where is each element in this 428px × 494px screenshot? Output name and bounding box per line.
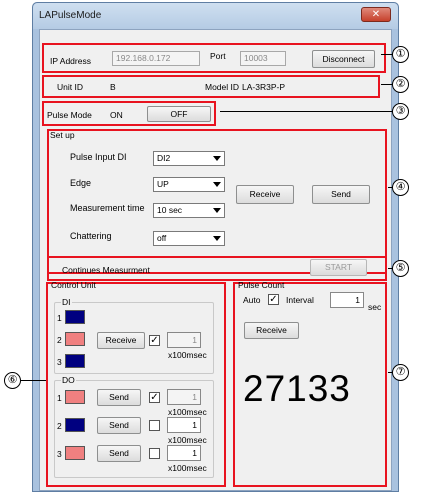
model-id-value: LA-3R3P-P [242,82,285,92]
ip-address-label: IP Address [50,56,91,66]
close-button[interactable]: ✕ [361,7,391,22]
window-title: LAPulseMode [39,10,102,21]
title-bar: LAPulseMode ✕ [33,3,398,29]
measurement-time-value: 10 sec [157,205,183,215]
di-auto-checkbox[interactable]: ✓ [149,335,160,346]
do-1-unit: x100msec [168,407,207,417]
callout-1: ① [392,46,409,63]
client-area: IP Address 192.168.0.172 Port 10003 Disc… [39,29,392,491]
di-2-indicator [65,332,85,346]
do-row-3-num: 3 [57,449,62,459]
interval-label: Interval [286,295,314,305]
di-1-indicator [65,310,85,324]
do-1-indicator [65,390,85,404]
do-2-unit: x100msec [168,435,207,445]
callout-6-leader [21,380,46,381]
edge-select[interactable]: UP [153,177,225,192]
auto-label: Auto [243,295,261,305]
do-3-interval-field[interactable]: 1 [167,445,201,461]
measurement-time-label: Measurement time [70,203,145,213]
app-window: LAPulseMode ✕ IP Address 192.168.0.172 P… [32,2,399,492]
model-id-label: Model ID [205,82,240,92]
pulse-count-receive-button[interactable]: Receive [244,322,299,339]
do-group-label: DO [61,375,76,385]
callout-2: ② [392,76,409,93]
measurement-time-select[interactable]: 10 sec [153,203,225,218]
callout-7: ⑦ [392,364,409,381]
chattering-select[interactable]: off [153,231,225,246]
setup-send-button[interactable]: Send [312,185,370,204]
edge-value: UP [157,179,169,189]
do-2-indicator [65,418,85,432]
do-2-checkbox[interactable] [149,420,160,431]
callout-3-leader [220,111,392,112]
pulse-input-label: Pulse Input DI [70,152,127,162]
port-field[interactable]: 10003 [240,51,286,66]
callout-4: ④ [392,179,409,196]
di-receive-button[interactable]: Receive [97,332,145,349]
pulse-input-value: DI2 [157,153,171,163]
auto-checkbox[interactable]: ✓ [268,294,279,305]
start-button[interactable]: START [310,259,367,276]
do-1-checkbox[interactable]: ✓ [149,392,160,403]
do-row-1-num: 1 [57,393,62,403]
disconnect-button[interactable]: Disconnect [312,50,375,68]
pulse-mode-state: ON [110,110,123,120]
setup-receive-button[interactable]: Receive [236,185,294,204]
chevron-down-icon [213,208,221,213]
chevron-down-icon [213,156,221,161]
chevron-down-icon [213,236,221,241]
port-label: Port [210,51,226,61]
callout-6: ⑥ [4,372,21,389]
do-2-interval-field[interactable]: 1 [167,417,201,433]
interval-unit: sec [368,302,382,312]
pulse-mode-label: Pulse Mode [47,110,92,120]
pulse-count-value: 27133 [243,368,351,409]
chevron-down-icon [213,182,221,187]
do-row-2-num: 2 [57,421,62,431]
do-3-send-button[interactable]: Send [97,445,141,462]
chattering-value: off [157,233,167,243]
ip-address-field[interactable]: 192.168.0.172 [112,51,200,66]
di-row-1-num: 1 [57,313,62,323]
do-1-interval-field[interactable]: 1 [167,389,201,405]
do-2-send-button[interactable]: Send [97,417,141,434]
di-interval-unit: x100msec [168,350,207,360]
do-3-indicator [65,446,85,460]
di-row-3-num: 3 [57,357,62,367]
setup-group-label: Set up [50,130,75,140]
di-interval-field[interactable]: 1 [167,332,201,348]
interval-field[interactable]: 1 [330,292,364,308]
pulse-count-label: Pulse Count [238,280,285,290]
di-row-2-num: 2 [57,335,62,345]
edge-label: Edge [70,178,92,188]
pulse-mode-off-button[interactable]: OFF [147,106,211,122]
do-3-unit: x100msec [168,463,207,473]
pulse-input-select[interactable]: DI2 [153,151,225,166]
chattering-label: Chattering [70,231,112,241]
callout-2-leader [381,84,392,85]
unit-id-value: B [110,82,116,92]
control-unit-label: Control Unit [51,280,96,290]
unit-id-label: Unit ID [57,82,83,92]
callout-3: ③ [392,103,409,120]
di-3-indicator [65,354,85,368]
continuous-label: Continues Measurment [62,265,150,275]
do-3-checkbox[interactable] [149,448,160,459]
di-group-label: DI [61,297,72,307]
do-1-send-button[interactable]: Send [97,389,141,406]
callout-5: ⑤ [392,260,409,277]
callout-1-leader [381,54,392,55]
